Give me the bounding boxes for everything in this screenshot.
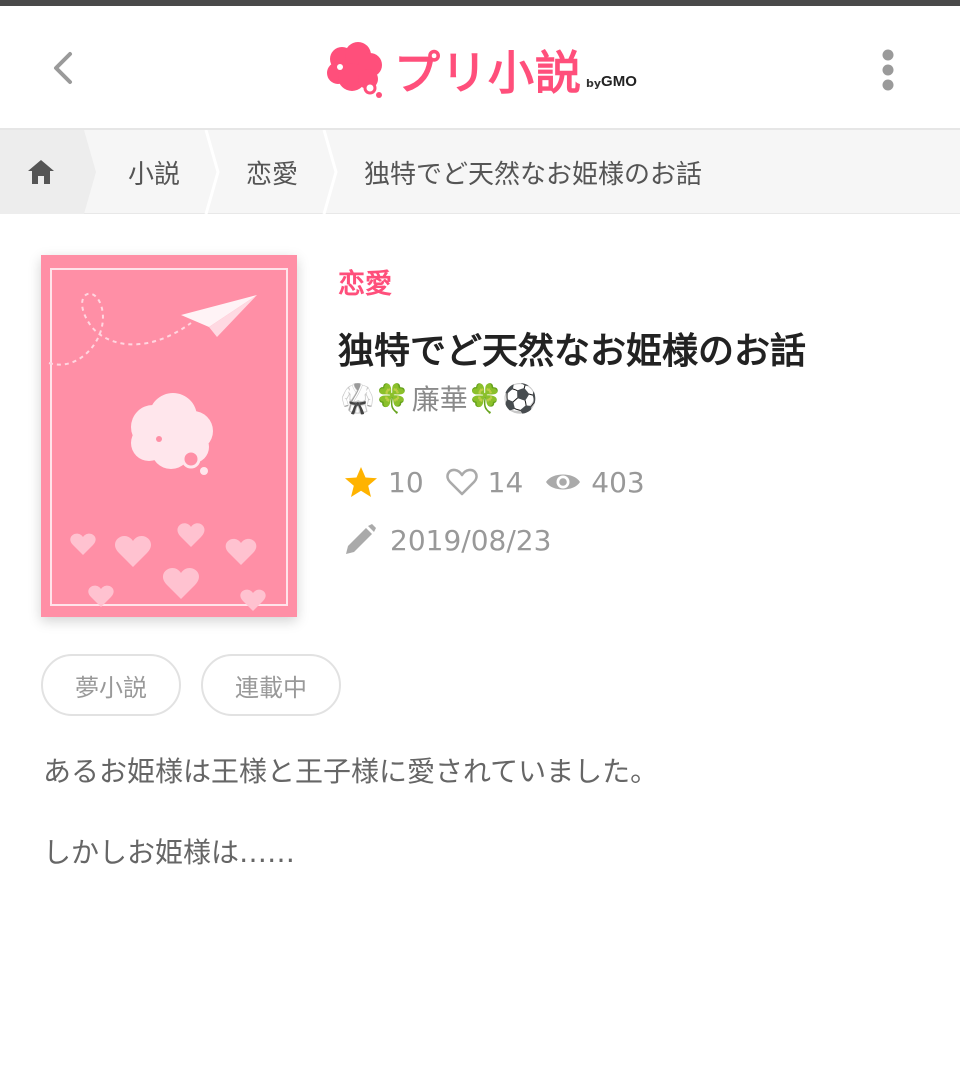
more-vertical-icon — [882, 49, 894, 91]
tag-list: 夢小説 連載中 — [41, 654, 361, 716]
novel-author-link[interactable]: 🥋🍀 廉華 🍀⚽ — [340, 378, 539, 418]
updated-date-value: 2019/08/23 — [390, 523, 552, 557]
eye-icon — [546, 474, 581, 490]
like-count-value: 14 — [487, 465, 524, 499]
more-menu-button[interactable] — [862, 42, 914, 98]
star-count: 10 — [344, 466, 424, 499]
back-button[interactable] — [38, 42, 90, 94]
description-line: あるお姫様は王様と王子様に愛されていました。 — [43, 755, 659, 788]
breadcrumb-item-current: 独特でど天然なお姫様のお話 — [364, 159, 703, 190]
star-icon — [345, 467, 377, 497]
novel-description: あるお姫様は王様と王子様に愛されていました。 しかしお姫様は…… — [43, 752, 923, 914]
tag-chip[interactable]: 連載中 — [201, 654, 341, 716]
logo-text: プリ小説 — [394, 46, 582, 100]
novel-genre-link[interactable]: 恋愛 — [338, 262, 392, 301]
breadcrumb-separator — [322, 130, 338, 214]
breadcrumb-item-romance[interactable]: 恋愛 — [246, 130, 298, 214]
view-count-value: 403 — [591, 465, 645, 499]
novel-title: 独特でど天然なお姫様のお話 — [338, 331, 807, 372]
author-suffix-emoji: 🍀⚽ — [467, 381, 538, 415]
view-count: 403 — [545, 465, 645, 499]
heart-icon — [445, 468, 478, 496]
star-count-value: 10 — [388, 465, 424, 499]
description-line: しかしお姫様は…… — [43, 836, 296, 869]
breadcrumb-separator — [204, 130, 220, 214]
pencil-icon — [346, 524, 376, 554]
cloud-logo-icon — [327, 42, 382, 98]
chevron-left-icon — [54, 52, 72, 84]
like-count[interactable]: 14 — [445, 465, 524, 499]
breadcrumb-item-novel[interactable]: 小説 — [128, 130, 180, 214]
author-name: 廉華 — [411, 383, 468, 416]
breadcrumb: 小説 恋愛 独特でど天然なお姫様のお話 — [0, 130, 960, 214]
updated-date: 2019/08/23 — [344, 518, 551, 562]
home-icon — [28, 160, 54, 184]
author-prefix-emoji: 🥋🍀 — [340, 381, 410, 415]
cover-illustration — [48, 268, 288, 611]
breadcrumb-home[interactable] — [0, 130, 96, 214]
logo-brand-text: GMO — [601, 72, 637, 90]
novel-cover-image[interactable] — [41, 255, 297, 617]
app-header: プリ小説 by GMO — [0, 6, 960, 130]
tag-chip[interactable]: 夢小説 — [41, 654, 181, 716]
app-logo[interactable]: プリ小説 by GMO — [326, 38, 666, 102]
novel-stats: 10 14 403 — [344, 460, 667, 504]
logo-by-text: by — [586, 76, 602, 90]
